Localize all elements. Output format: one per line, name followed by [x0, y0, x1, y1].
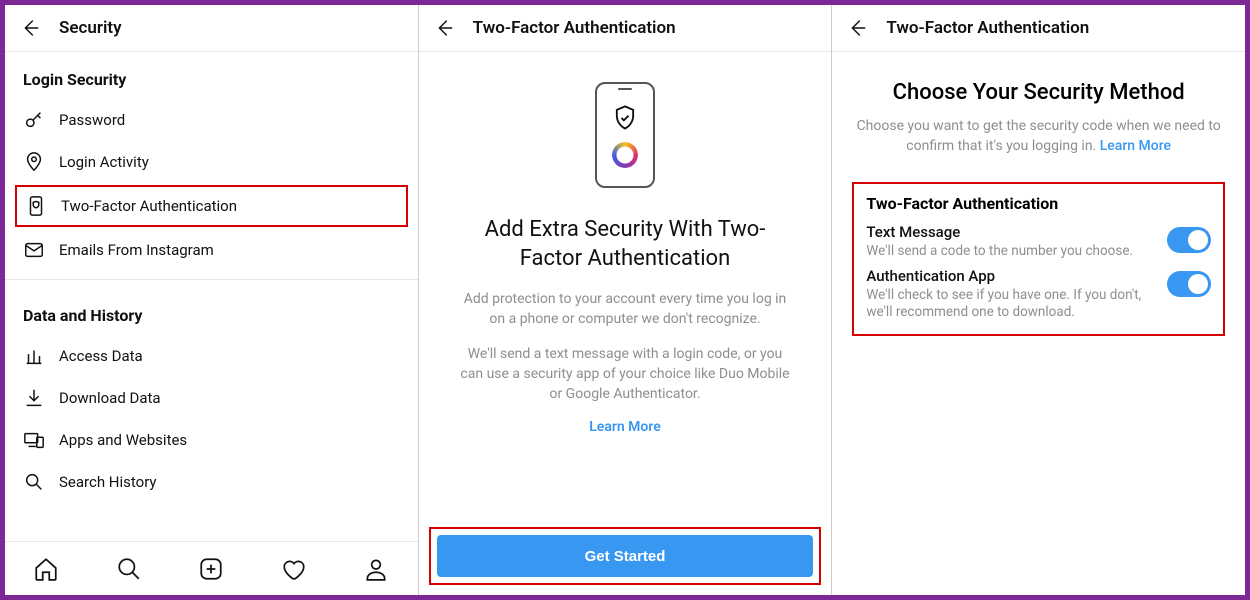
row-label: Two-Factor Authentication [61, 197, 237, 215]
chart-icon [23, 345, 45, 367]
row-label: Password [59, 111, 125, 129]
row-label: Login Activity [59, 153, 149, 171]
learn-more-link[interactable]: Learn More [589, 419, 661, 435]
header: Two-Factor Authentication [419, 5, 832, 52]
page-title: Security [59, 18, 122, 38]
row-access-data[interactable]: Access Data [5, 335, 418, 377]
learn-more-link[interactable]: Learn More [1100, 138, 1171, 154]
add-icon[interactable] [197, 556, 225, 582]
row-password[interactable]: Password [5, 99, 418, 141]
intro-paragraph-2: We'll send a text message with a login c… [455, 344, 796, 405]
intro-body: Add Extra Security With Two-Factor Authe… [419, 52, 832, 527]
download-icon [23, 387, 45, 409]
security-body: Login Security Password Login Activity T… [5, 52, 418, 541]
choose-method-screen: Two-Factor Authentication Choose Your Se… [832, 5, 1245, 595]
security-screen: Security Login Security Password Login A… [5, 5, 419, 595]
method-desc: We'll send a code to the number you choo… [866, 243, 1153, 261]
key-icon [23, 109, 45, 131]
profile-icon[interactable] [362, 556, 390, 582]
row-apps-websites[interactable]: Apps and Websites [5, 419, 418, 461]
intro-paragraph-1: Add protection to your account every tim… [455, 289, 796, 330]
method-box: Two-Factor Authentication Text Message W… [852, 182, 1225, 336]
back-arrow-icon[interactable] [846, 17, 868, 39]
choose-body: Choose Your Security Method Choose you w… [832, 52, 1245, 595]
shield-phone-icon [25, 195, 47, 217]
header: Security [5, 5, 418, 52]
search-icon[interactable] [115, 556, 143, 582]
instagram-ring-icon [612, 142, 638, 168]
auth-app-toggle[interactable] [1167, 271, 1211, 297]
bottom-nav [5, 541, 418, 595]
devices-icon [23, 429, 45, 451]
header: Two-Factor Authentication [832, 5, 1245, 52]
row-label: Emails From Instagram [59, 241, 214, 259]
method-desc: We'll check to see if you have one. If y… [866, 287, 1153, 322]
row-login-activity[interactable]: Login Activity [5, 141, 418, 183]
row-download-data[interactable]: Download Data [5, 377, 418, 419]
get-started-button[interactable]: Get Started [437, 535, 814, 577]
back-arrow-icon[interactable] [19, 17, 41, 39]
method-box-heading: Two-Factor Authentication [866, 194, 1211, 213]
row-label: Download Data [59, 389, 161, 407]
method-label: Text Message [866, 223, 1153, 241]
text-message-toggle[interactable] [1167, 227, 1211, 253]
search-icon [23, 471, 45, 493]
cta-container: Get Started [429, 527, 822, 585]
activity-icon[interactable] [280, 556, 308, 582]
method-label: Authentication App [866, 267, 1153, 285]
page-title: Two-Factor Authentication [886, 18, 1089, 38]
method-auth-app: Authentication App We'll check to see if… [866, 267, 1211, 322]
choose-subtext: Choose you want to get the security code… [852, 117, 1225, 156]
divider [5, 279, 418, 280]
row-emails[interactable]: Emails From Instagram [5, 229, 418, 271]
choose-heading: Choose Your Security Method [852, 80, 1225, 105]
row-label: Access Data [59, 347, 143, 365]
row-label: Apps and Websites [59, 431, 187, 449]
shield-check-icon [611, 102, 639, 134]
back-arrow-icon[interactable] [433, 17, 455, 39]
location-icon [23, 151, 45, 173]
row-two-factor[interactable]: Two-Factor Authentication [15, 185, 408, 227]
phone-illustration [595, 82, 655, 188]
page-title: Two-Factor Authentication [473, 18, 676, 38]
intro-heading: Add Extra Security With Two-Factor Authe… [455, 216, 796, 273]
row-search-history[interactable]: Search History [5, 461, 418, 503]
mail-icon [23, 239, 45, 261]
method-text-message: Text Message We'll send a code to the nu… [866, 223, 1211, 261]
data-history-heading: Data and History [5, 288, 418, 335]
home-icon[interactable] [32, 556, 60, 582]
login-security-heading: Login Security [5, 52, 418, 99]
row-label: Search History [59, 473, 157, 491]
twofactor-intro-screen: Two-Factor Authentication Add Extra Secu… [419, 5, 833, 595]
